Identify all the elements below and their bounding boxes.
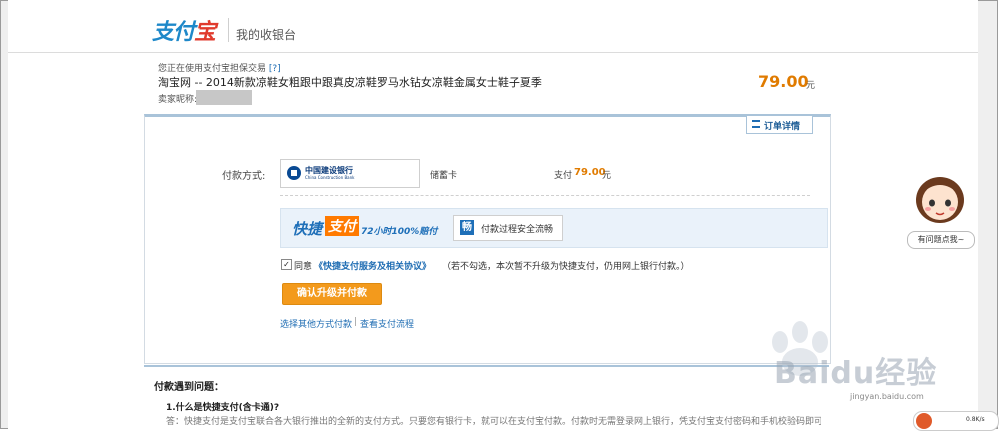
logo-text-red: 宝 — [194, 20, 216, 45]
promo-fast-text: 快捷 — [292, 220, 323, 238]
help-avatar-icon[interactable] — [912, 171, 968, 225]
order-detail-label: 订单详情 — [764, 122, 801, 132]
safe-badge-text: 付款过程安全流畅 — [481, 225, 554, 235]
agreement-note: （若不勾选，本次暂不升级为快捷支付，仍用网上银行付款。） — [442, 262, 690, 272]
header: 支付宝 我的收银台 — [8, 0, 978, 53]
pay-label: 支付 — [554, 171, 573, 181]
guarantee-notice: 您正在使用支付宝担保交易 [?] — [158, 61, 281, 74]
watermark-url: jingyan.baidu.com — [850, 392, 924, 401]
ccb-logo-icon — [287, 166, 301, 180]
other-methods-link[interactable]: 选择其他方式付款 — [280, 317, 352, 330]
quick-pay-banner: 快捷 支付 72小时100%赔付 畅 付款过程安全流畅 — [280, 208, 828, 248]
link-separator: | — [354, 317, 358, 327]
faq-question-1: 1.什么是快捷支付(含卡通)? — [166, 403, 280, 413]
cashier-title: 我的收银台 — [236, 28, 297, 42]
smooth-icon: 畅 — [460, 220, 474, 235]
safe-badge: 畅 付款过程安全流畅 — [453, 215, 563, 241]
bank-name-en: China Construction Bank — [305, 175, 355, 180]
faq-section: 付款遇到问题： 1.什么是快捷支付(含卡通)? 答：快捷支付是支付宝联合各大银行… — [144, 365, 829, 433]
confirm-upgrade-pay-button[interactable]: 确认升级并付款 — [282, 283, 382, 305]
faq-title: 付款遇到问题： — [154, 382, 224, 393]
pay-amount: 79.00 — [574, 167, 606, 178]
seller-name-redacted — [196, 90, 252, 105]
speed-icon — [916, 413, 932, 429]
watermark-text: Baidu经验 — [774, 356, 938, 391]
alipay-logo[interactable]: 支付宝 — [152, 14, 216, 46]
bank-selector[interactable]: 中国建设银行 China Construction Bank — [280, 159, 420, 188]
view-flow-link[interactable]: 查看支付流程 — [360, 317, 414, 330]
left-gutter — [1, 1, 8, 428]
pay-method-label: 付款方式: — [222, 171, 266, 182]
card-type: 储蓄卡 — [430, 171, 458, 181]
faq-answer-1: 答：快捷支付是支付宝联合各大银行推出的全新的支付方式。只要您有银行卡，就可以在支… — [166, 417, 821, 427]
agreement-checkbox[interactable]: ✓ — [281, 259, 292, 270]
order-price-unit: 元 — [806, 81, 816, 91]
order-price: 79.00 — [758, 72, 809, 91]
guarantee-help-link[interactable]: [?] — [269, 64, 281, 74]
agreement-link[interactable]: 《快捷支付服务及相关协议》 — [314, 259, 431, 272]
list-icon — [752, 120, 760, 128]
dashed-divider — [280, 195, 810, 196]
promo-pay-text: 支付 — [325, 216, 359, 236]
speed-value: 0.8K/s — [966, 416, 985, 423]
order-detail-button[interactable]: 订单详情 — [746, 115, 813, 134]
logo-text-blue: 支付 — [152, 20, 195, 45]
logo-divider — [228, 18, 229, 42]
guarantee-text: 您正在使用支付宝担保交易 — [158, 64, 267, 74]
help-bubble[interactable]: 有问题点我~ — [907, 231, 975, 249]
order-title: 淘宝网 -- 2014新款凉鞋女粗跟中跟真皮凉鞋罗马水钻女凉鞋金属女士鞋子夏季 — [158, 76, 542, 89]
right-scroll-area[interactable] — [978, 1, 997, 428]
seller-label: 卖家昵称: — [158, 95, 198, 105]
promo-tagline: 72小时100%赔付 — [361, 227, 438, 237]
speed-widget[interactable]: 0.8K/s — [913, 411, 999, 431]
agreement-prefix: 同意 — [294, 262, 313, 272]
pay-unit: 元 — [602, 171, 612, 181]
